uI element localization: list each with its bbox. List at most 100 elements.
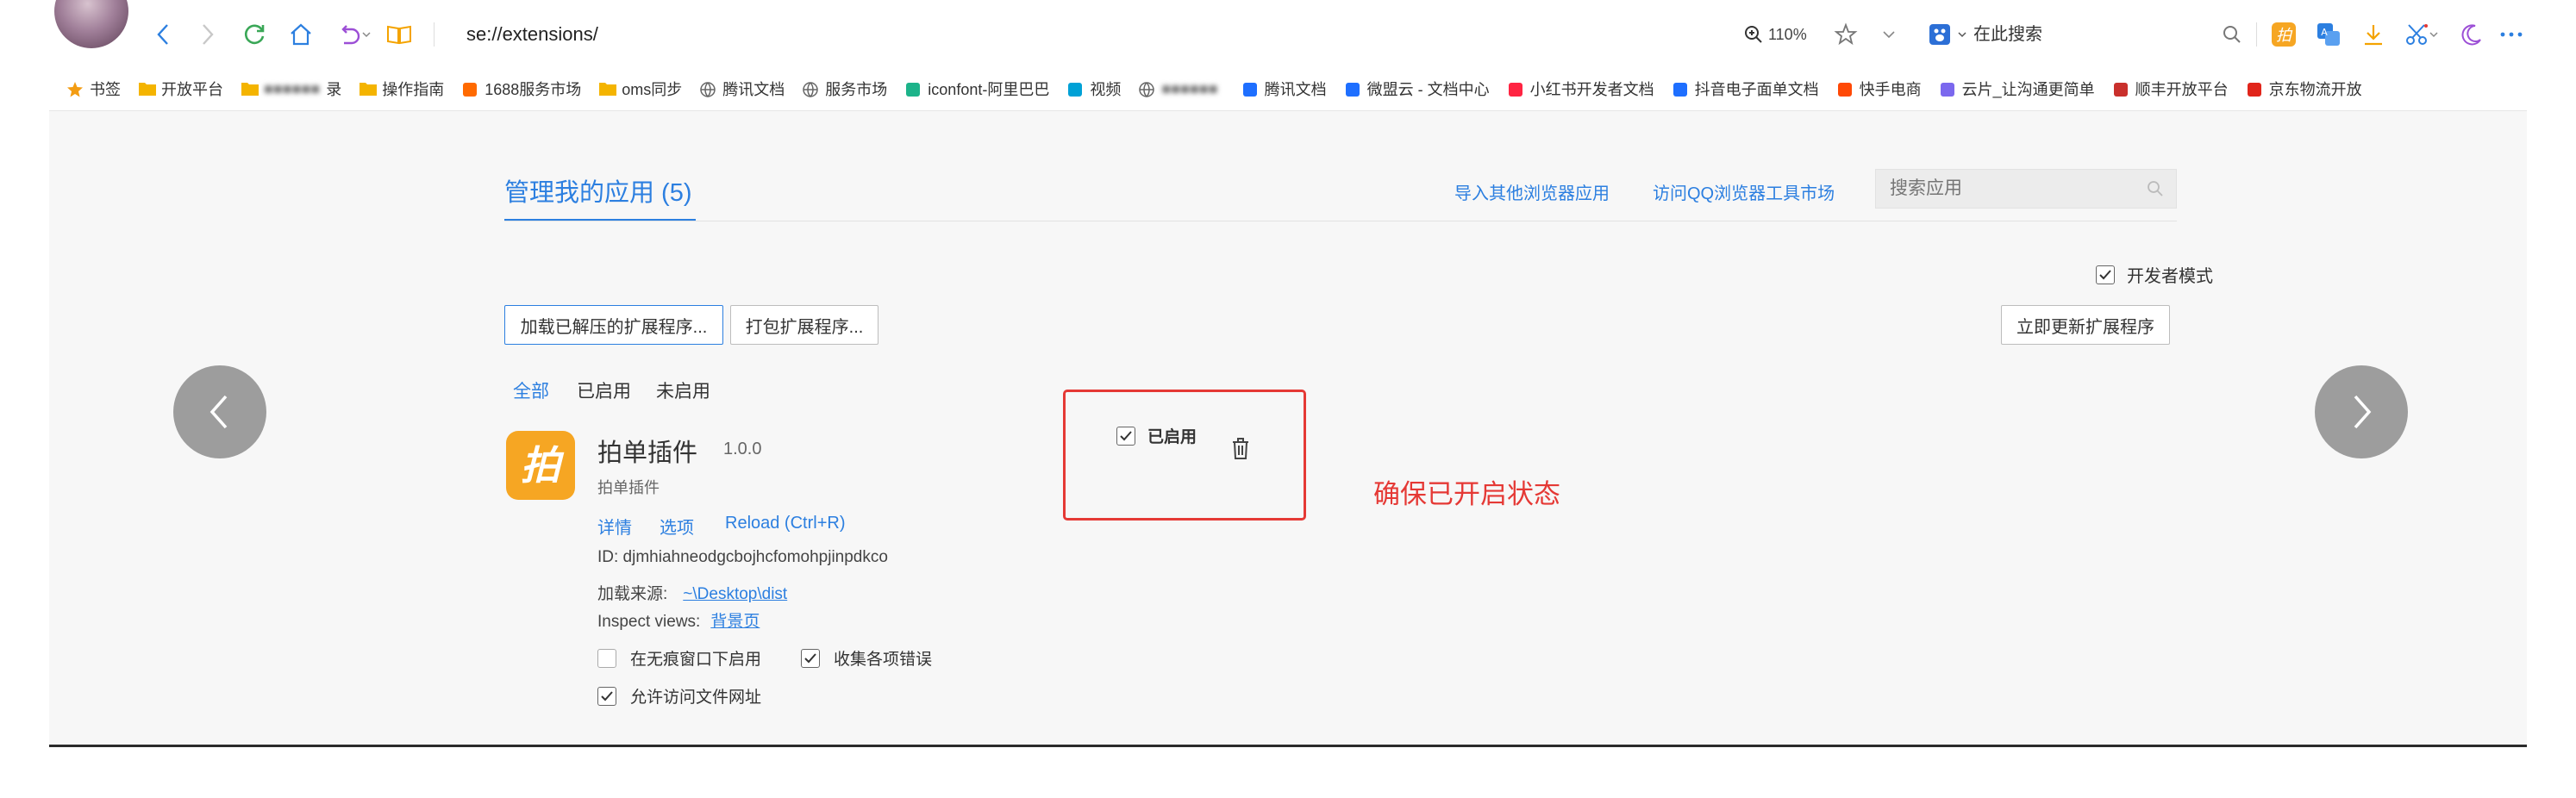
annotation-text: 确保已开启状态 [1373,479,1560,509]
filter-enabled[interactable]: 已启用 [577,377,631,403]
bookmark-item[interactable]: 微盟云 - 文档中心 [1344,78,1490,100]
background-page-link[interactable]: 背景页 [710,613,760,631]
translate-button[interactable]: A [2315,21,2342,48]
options-link[interactable]: 选项 [660,514,694,539]
developer-mode-toggle[interactable]: 开发者模式 [2096,262,2213,287]
redacted-text: ■■■■■■ [1161,79,1218,97]
bookmark-label: 腾讯文档 [1264,81,1327,98]
bookmark-label: 腾讯文档 [722,81,785,98]
search-apps-input[interactable] [1888,178,2133,200]
collect-errors-checkbox[interactable] [801,648,820,668]
address-bar[interactable]: se://extensions/ [466,19,598,50]
refresh-icon [245,24,265,45]
browser-toolbar: se://extensions/ 110% 在此搜索 拍 A [49,0,2527,67]
bookmark-label: oms同步 [622,81,683,98]
screenshot-dropdown[interactable] [2427,21,2441,48]
home-button[interactable] [285,19,316,50]
night-mode-button[interactable] [2458,21,2485,48]
undo-icon [341,25,360,45]
more-menu-button[interactable] [2498,21,2525,48]
xiaohongshu-icon [1507,81,1524,97]
back-button[interactable] [147,19,178,50]
import-browser-apps-link[interactable]: 导入其他浏览器应用 [1454,179,1610,204]
forward-button[interactable] [192,19,223,50]
user-avatar[interactable] [54,0,128,48]
bookmark-star-button[interactable] [1832,21,1860,48]
bookmark-item[interactable]: 小红书开发者文档 [1507,78,1654,100]
bookmark-item[interactable]: 京东物流开放 [2246,78,2362,100]
yunpian-icon [1939,81,1956,97]
file-access-option[interactable]: 允许访问文件网址 [597,684,761,708]
next-arrow-button[interactable] [2315,365,2408,458]
developer-mode-checkbox[interactable] [2096,265,2115,284]
bookmark-label: 操作指南 [382,81,445,98]
chevron-down-icon [362,32,371,38]
incognito-checkbox[interactable] [597,648,616,668]
reload-button[interactable] [239,19,270,50]
chevron-down-icon [1883,31,1895,39]
chevron-down-icon [2429,32,2438,38]
bookmark-label: iconfont-阿里巴巴 [928,81,1050,98]
filter-disabled[interactable]: 未启用 [656,377,710,403]
extension-version: 1.0.0 [723,440,762,458]
chevron-left-icon [157,24,168,45]
load-unpacked-button[interactable]: 加载已解压的扩展程序... [504,305,723,345]
bookmark-item[interactable]: 1688服务市场 [461,78,581,100]
download-button[interactable] [2360,21,2387,48]
page-title[interactable]: 管理我的应用 (5) [504,172,692,209]
bookmark-label: 小红书开发者文档 [1529,81,1654,98]
bookmark-item[interactable]: 腾讯文档 [1241,78,1327,100]
bookmark-item[interactable]: 快手电商 [1836,78,1922,100]
bookmark-item[interactable]: 云片_让沟通更简单 [1939,78,2095,100]
reading-mode-button[interactable] [384,19,415,50]
bookmark-item[interactable]: oms同步 [598,78,682,100]
extension-id: ID: djmhiahneodgcbojhcfomohpjinpdkco [597,548,888,566]
load-source-label: 加载来源: [597,585,668,603]
chevron-right-icon [2354,395,2372,429]
bookmark-item[interactable]: 开放平台 [138,78,223,100]
search-apps-box[interactable] [1875,169,2177,209]
incognito-option[interactable]: 在无痕窗口下启用 [597,646,761,670]
home-icon [291,23,311,46]
address-dropdown[interactable] [1875,21,1903,48]
bookmark-label: 视频 [1090,81,1122,98]
bookmark-item[interactable]: iconfont-阿里巴巴 [904,78,1049,100]
filter-all[interactable]: 全部 [513,377,549,403]
zoom-indicator[interactable]: 110% [1744,19,1807,50]
bookmark-item[interactable]: 操作指南 [359,78,444,100]
search-button[interactable] [2218,21,2246,48]
reload-link[interactable]: Reload (Ctrl+R) [725,514,845,533]
update-extensions-button[interactable]: 立即更新扩展程序 [2001,305,2170,345]
bookmark-label: 服务市场 [825,81,888,98]
details-link[interactable]: 详情 [597,514,632,539]
qq-store-link[interactable]: 访问QQ浏览器工具市场 [1653,179,1835,204]
bookmark-item[interactable]: 服务市场 [802,78,887,100]
zoom-in-icon [1745,26,1762,43]
moon-icon [2461,24,2481,46]
collect-errors-option[interactable]: 收集各项错误 [801,646,932,670]
pack-extension-button[interactable]: 打包扩展程序... [730,305,878,345]
bookmark-item[interactable]: 抖音电子面单文档 [1672,78,1819,100]
undo-dropdown[interactable] [360,19,373,50]
folder-icon [241,81,259,97]
bookmark-label: 书签 [90,81,121,98]
file-access-label: 允许访问文件网址 [630,689,762,707]
load-source-path-link[interactable]: ~\Desktop\dist [683,585,787,603]
checkmark-icon [601,690,613,701]
paidan-extension-button[interactable]: 拍 [2270,21,2298,48]
bookmark-item[interactable]: 腾讯文档 [699,78,785,100]
previous-arrow-button[interactable] [173,365,266,458]
developer-mode-label: 开发者模式 [2127,267,2213,286]
file-access-checkbox[interactable] [597,686,616,706]
bookmark-item[interactable]: ■■■■■■ 录 [241,78,341,100]
doc-icon [1672,81,1689,97]
search-engine-selector[interactable]: 在此搜索 [1929,19,2042,50]
bookmark-item[interactable]: 书签 [66,78,121,100]
scissors-icon [2406,24,2428,45]
bookmark-item[interactable]: ■■■■■■ [1138,80,1223,98]
bookmark-item[interactable]: 顺丰开放平台 [2112,78,2229,100]
translate-icon: A [2317,23,2340,46]
bookmark-item[interactable]: 视频 [1066,78,1121,100]
inspect-views: Inspect views: 背景页 [597,608,760,632]
bookmark-label: 微盟云 - 文档中心 [1366,81,1490,98]
